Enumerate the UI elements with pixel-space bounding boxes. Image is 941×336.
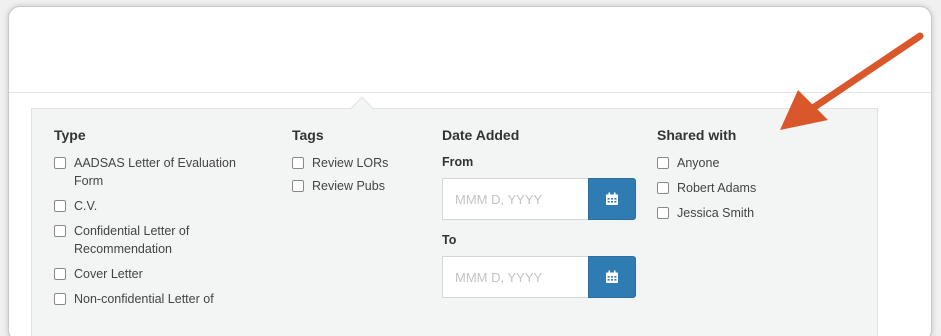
calendar-icon bbox=[606, 192, 618, 205]
shared-option-anyone[interactable]: Anyone bbox=[657, 154, 837, 172]
tags-filter-title: Tags bbox=[292, 127, 324, 143]
checkbox[interactable] bbox=[54, 157, 66, 169]
tag-option-review-lors[interactable]: Review LORs bbox=[292, 154, 412, 172]
option-label: Anyone bbox=[677, 156, 720, 170]
shared-with-filter-group: Shared with Anyone Robert Adams Jessica … bbox=[657, 126, 837, 229]
checkbox[interactable] bbox=[54, 268, 66, 280]
checkbox[interactable] bbox=[54, 293, 66, 305]
checkbox[interactable] bbox=[657, 157, 669, 169]
filter-panel: Type AADSAS Letter of Evaluation Form C.… bbox=[31, 96, 878, 336]
option-label: Robert Adams bbox=[677, 181, 757, 195]
option-label: Review Pubs bbox=[312, 179, 385, 193]
to-date-input[interactable] bbox=[442, 256, 588, 298]
option-label: C.V. bbox=[74, 199, 98, 213]
option-label: Cover Letter bbox=[74, 267, 143, 281]
type-option-confidential-letter[interactable]: Confidential Letter of Recommendation bbox=[54, 222, 264, 258]
to-calendar-button[interactable] bbox=[588, 256, 636, 298]
to-label: To bbox=[442, 233, 457, 247]
type-option-aadsas[interactable]: AADSAS Letter of Evaluation Form bbox=[54, 154, 264, 190]
calendar-icon bbox=[606, 270, 618, 283]
option-label: Jessica Smith bbox=[677, 206, 755, 220]
option-label: Review LORs bbox=[312, 156, 389, 170]
from-date-input[interactable] bbox=[442, 178, 588, 220]
type-option-non-confidential-letter[interactable]: Non-confidential Letter of bbox=[54, 290, 264, 308]
date-added-filter-group: Date Added From T bbox=[442, 126, 642, 310]
date-added-title: Date Added bbox=[442, 127, 520, 143]
option-label: Non-confidential Letter of bbox=[74, 292, 214, 306]
type-filter-group: Type AADSAS Letter of Evaluation Form C.… bbox=[54, 126, 264, 315]
checkbox[interactable] bbox=[657, 182, 669, 194]
option-label: Confidential Letter of Recommendation bbox=[74, 224, 190, 256]
tags-filter-group: Tags Review LORs Review Pubs bbox=[292, 126, 412, 200]
annotation-arrow-icon bbox=[780, 32, 924, 130]
panel-caret bbox=[350, 96, 374, 120]
checkbox[interactable] bbox=[54, 200, 66, 212]
checkbox[interactable] bbox=[54, 225, 66, 237]
from-date-picker bbox=[442, 178, 636, 220]
to-date-picker bbox=[442, 256, 636, 298]
shared-option-robert-adams[interactable]: Robert Adams bbox=[657, 179, 837, 197]
type-option-cover-letter[interactable]: Cover Letter bbox=[54, 265, 264, 283]
checkbox[interactable] bbox=[292, 180, 304, 192]
option-label: AADSAS Letter of Evaluation Form bbox=[74, 156, 236, 188]
checkbox[interactable] bbox=[657, 207, 669, 219]
tag-option-review-pubs[interactable]: Review Pubs bbox=[292, 177, 412, 195]
type-option-cv[interactable]: C.V. bbox=[54, 197, 264, 215]
from-label: From bbox=[442, 155, 474, 169]
type-filter-title: Type bbox=[54, 127, 86, 143]
shared-option-jessica-smith[interactable]: Jessica Smith bbox=[657, 204, 837, 222]
checkbox[interactable] bbox=[292, 157, 304, 169]
from-calendar-button[interactable] bbox=[588, 178, 636, 220]
